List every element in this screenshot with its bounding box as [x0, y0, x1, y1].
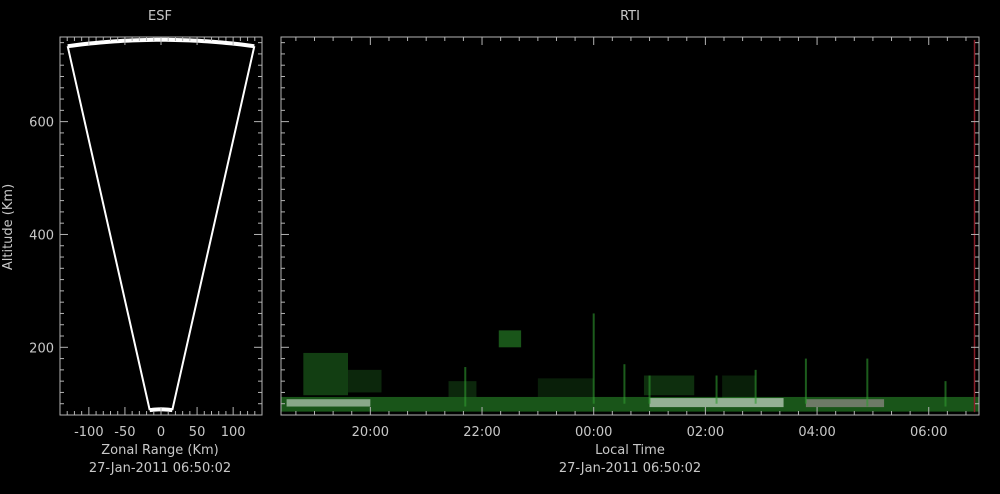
- rti-echo-region: [805, 399, 885, 408]
- rti-x-tick-label: 04:00: [798, 425, 835, 440]
- esf-x-axis-label: Zonal Range (Km): [101, 443, 218, 458]
- rti-echo-streak: [623, 364, 626, 404]
- rti-echo-streak: [804, 358, 807, 404]
- rti-echo-streak: [648, 375, 651, 404]
- rti-x-tick-label: 06:00: [910, 425, 947, 440]
- esf-x-tick-label: 50: [189, 425, 206, 440]
- rti-x-axis-label: Local Time: [595, 443, 665, 458]
- rti-echo-streak: [715, 375, 718, 404]
- esf-right-beam-edge: [171, 45, 256, 411]
- esf-x-tick-label: -100: [74, 425, 104, 440]
- rti-echo-streak: [754, 369, 757, 404]
- esf-title: ESF: [148, 9, 172, 24]
- rti-echo-streak: [592, 313, 595, 404]
- rti-echo-region: [722, 375, 756, 399]
- rti-echo-region: [498, 330, 522, 348]
- esf-x-axis: -100 -50 0 50 100: [66, 37, 256, 440]
- rti-timestamp: 27-Jan-2011 06:50:02: [559, 461, 701, 476]
- rti-echo-region: [348, 369, 382, 393]
- esf-y-axis: 200 400 600: [29, 42, 262, 405]
- rti-title: RTI: [620, 9, 640, 24]
- rti-panel: RTI 20:00 22:00 00:00 02:00 04:00 06:00 Local…: [280, 9, 980, 476]
- rti-echo-streak: [944, 381, 947, 407]
- esf-left-beam-edge: [66, 45, 151, 411]
- rti-echo-region: [448, 381, 477, 397]
- rti-echo-region: [303, 352, 349, 396]
- rti-echo-streak: [464, 367, 467, 407]
- esf-y-axis-label: Altitude (Km): [1, 184, 16, 270]
- esf-x-tick-label: 100: [221, 425, 246, 440]
- rti-x-tick-label: 02:00: [687, 425, 724, 440]
- rti-plot-background: [281, 37, 979, 415]
- esf-panel: ESF -100 -50 0 50 100 200 400 600 Zonal Range …: [1, 9, 263, 476]
- rti-echo-region: [643, 375, 695, 396]
- rti-x-tick-label: 20:00: [352, 425, 389, 440]
- esf-axes-frame: [59, 36, 263, 416]
- rti-x-tick-label: 00:00: [575, 425, 612, 440]
- esf-y-tick-label: 400: [29, 228, 54, 243]
- rti-echo-region: [537, 378, 594, 397]
- rti-x-tick-label: 22:00: [463, 425, 500, 440]
- esf-y-tick-label: 200: [29, 341, 54, 356]
- esf-y-tick-label: 600: [29, 116, 54, 131]
- figure-canvas: ESF -100 -50 0 50 100 200 400 600 Zonal Range …: [1, 9, 980, 476]
- rti-echo-streak: [866, 358, 869, 407]
- rti-echo-region: [286, 399, 371, 407]
- esf-x-tick-label: 0: [157, 425, 165, 440]
- esf-beam-fan: [66, 37, 256, 413]
- esf-rti-figure: ESF -100 -50 0 50 100 200 400 600 Zonal Range …: [0, 0, 1000, 490]
- esf-timestamp: 27-Jan-2011 06:50:02: [89, 461, 231, 476]
- esf-x-tick-label: -50: [114, 425, 135, 440]
